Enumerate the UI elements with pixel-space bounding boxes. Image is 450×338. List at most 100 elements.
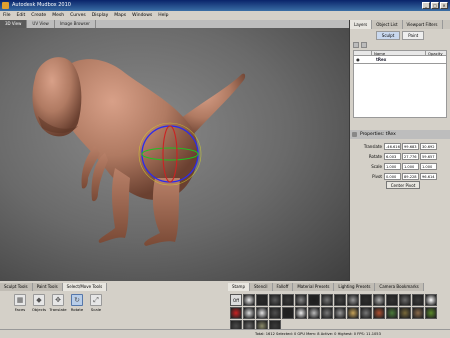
rotate-icon: ↻ [71, 294, 83, 306]
stamp-thumbnail[interactable] [373, 307, 385, 319]
stamp-thumbnail[interactable] [321, 294, 333, 306]
stamp-thumbnail[interactable] [399, 294, 411, 306]
rotate-y-field[interactable]: 27.776 [402, 152, 419, 160]
stamp-thumbnail[interactable] [321, 307, 333, 319]
menu-display[interactable]: Display [92, 11, 109, 20]
stamp-thumbnail[interactable] [425, 294, 437, 306]
delete-layer-icon[interactable] [361, 42, 367, 48]
menu-windows[interactable]: Windows [132, 11, 152, 20]
tab-stamp[interactable]: Stamp [228, 283, 250, 291]
tab-sculpt-tools[interactable]: Sculpt Tools [0, 283, 33, 291]
visibility-column [354, 51, 372, 55]
eye-icon[interactable]: ● [354, 57, 362, 62]
menu-create[interactable]: Create [31, 11, 46, 20]
stamp-thumbnail[interactable] [256, 294, 268, 306]
stamp-thumbnail[interactable] [334, 294, 346, 306]
menu-curves[interactable]: Curves [70, 11, 86, 20]
stamp-thumbnail[interactable] [282, 307, 294, 319]
menu-bar: File Edit Create Mesh Curves Display Map… [0, 11, 450, 20]
stamp-thumbnail[interactable] [230, 307, 242, 319]
scale-icon: ⤢ [90, 294, 102, 306]
pivot-y-field[interactable]: 89.228 [402, 172, 419, 180]
stamp-thumbnail[interactable] [295, 307, 307, 319]
close-button[interactable]: × [440, 2, 448, 9]
tab-object-list[interactable]: Object List [372, 20, 403, 29]
tab-material-presets[interactable]: Material Presets [293, 283, 335, 291]
stamp-thumbnail[interactable] [347, 307, 359, 319]
menu-maps[interactable]: Maps [114, 11, 126, 20]
pivot-x-field[interactable]: 0.000 [384, 172, 401, 180]
tab-paint[interactable]: Paint [402, 31, 425, 40]
stamp-thumbnail[interactable] [412, 307, 424, 319]
stamp-thumbnail[interactable] [308, 307, 320, 319]
scale-z-field[interactable]: 1.000 [420, 162, 437, 170]
center-pivot-button[interactable]: Center Pivot [386, 181, 420, 189]
stamp-thumbnail[interactable] [373, 294, 385, 306]
tab-image-browser[interactable]: Image Browser [55, 20, 96, 28]
stamp-thumbnail[interactable] [295, 294, 307, 306]
opacity-column-header[interactable]: Opacity [426, 51, 446, 56]
stamp-thumbnail[interactable] [256, 307, 268, 319]
stamp-thumbnail[interactable] [269, 307, 281, 319]
tab-uv-view[interactable]: UV View [27, 20, 55, 28]
tools-tray-tabs: Sculpt Tools Paint Tools Select/Move Too… [0, 283, 227, 291]
properties-title: Properties: tRex [360, 132, 396, 137]
translate-icon: ✥ [52, 294, 64, 306]
rotate-tool[interactable]: ↻ Rotate [69, 294, 85, 312]
stamp-off[interactable]: Off [230, 294, 242, 306]
stamp-thumbnail[interactable] [269, 294, 281, 306]
menu-mesh[interactable]: Mesh [52, 11, 64, 20]
maximize-button[interactable]: □ [431, 2, 439, 9]
tab-select-move-tools[interactable]: Select/Move Tools [62, 283, 108, 291]
menu-help[interactable]: Help [158, 11, 168, 20]
rotate-tool-label: Rotate [70, 307, 84, 312]
menu-edit[interactable]: Edit [17, 11, 26, 20]
stamp-thumbnail[interactable] [308, 294, 320, 306]
pivot-row: Pivot 0.000 89.228 96.614 [350, 171, 450, 181]
rotate-x-field[interactable]: 6.003 [384, 152, 401, 160]
tab-sculpt[interactable]: Sculpt [375, 31, 401, 40]
tab-lighting-presets[interactable]: Lighting Presets [334, 283, 376, 291]
faces-tool[interactable]: ▦ Faces [12, 294, 28, 312]
minimize-button[interactable]: _ [422, 2, 430, 9]
stamp-thumbnail[interactable] [399, 307, 411, 319]
tab-layers[interactable]: Layers [350, 20, 373, 29]
tab-camera-bookmarks[interactable]: Camera Bookmarks [375, 283, 424, 291]
translate-y-field[interactable]: 99.683 [402, 142, 419, 150]
pivot-z-field[interactable]: 96.614 [420, 172, 437, 180]
tab-paint-tools[interactable]: Paint Tools [32, 283, 63, 291]
scale-y-field[interactable]: 1.000 [402, 162, 419, 170]
stamp-thumbnail[interactable] [386, 294, 398, 306]
stamp-thumbnail[interactable] [360, 307, 372, 319]
scale-tool[interactable]: ⤢ Scale [88, 294, 104, 312]
translate-z-field[interactable]: 30.692 [420, 142, 437, 150]
stamp-thumbnail[interactable] [425, 307, 437, 319]
stamp-thumbnail[interactable] [334, 307, 346, 319]
tab-viewport-filters[interactable]: Viewport Filters [403, 20, 443, 29]
rotate-label: Rotate [368, 153, 382, 159]
viewport-tabs: 3D View UV View Image Browser [0, 20, 349, 28]
name-column-header[interactable]: Name [372, 51, 426, 56]
tab-falloff[interactable]: Falloff [272, 283, 294, 291]
translate-tool[interactable]: ✥ Translate [49, 294, 67, 312]
stamp-thumbnail[interactable] [243, 307, 255, 319]
tab-3d-view[interactable]: 3D View [0, 20, 28, 28]
new-layer-icon[interactable] [353, 42, 359, 48]
window-title: Autodesk Mudbox 2010 [12, 2, 71, 8]
translate-x-field[interactable]: -46.616 [384, 142, 401, 150]
stamp-thumbnail[interactable] [386, 307, 398, 319]
stamp-thumbnail[interactable] [243, 294, 255, 306]
menu-file[interactable]: File [3, 11, 11, 20]
tab-stencil[interactable]: Stencil [250, 283, 273, 291]
rotate-row: Rotate 6.003 27.776 59.657 [350, 151, 450, 161]
trex-model[interactable] [0, 28, 349, 281]
rotate-z-field[interactable]: 59.657 [420, 152, 437, 160]
stamp-thumbnail[interactable] [360, 294, 372, 306]
scale-x-field[interactable]: 1.000 [384, 162, 401, 170]
stamp-thumbnail[interactable] [412, 294, 424, 306]
3d-viewport[interactable] [0, 28, 349, 281]
objects-tool[interactable]: ◆ Objects [31, 294, 47, 312]
layer-row[interactable]: ● tRex [353, 56, 447, 64]
stamp-thumbnail[interactable] [347, 294, 359, 306]
stamp-thumbnail[interactable] [282, 294, 294, 306]
